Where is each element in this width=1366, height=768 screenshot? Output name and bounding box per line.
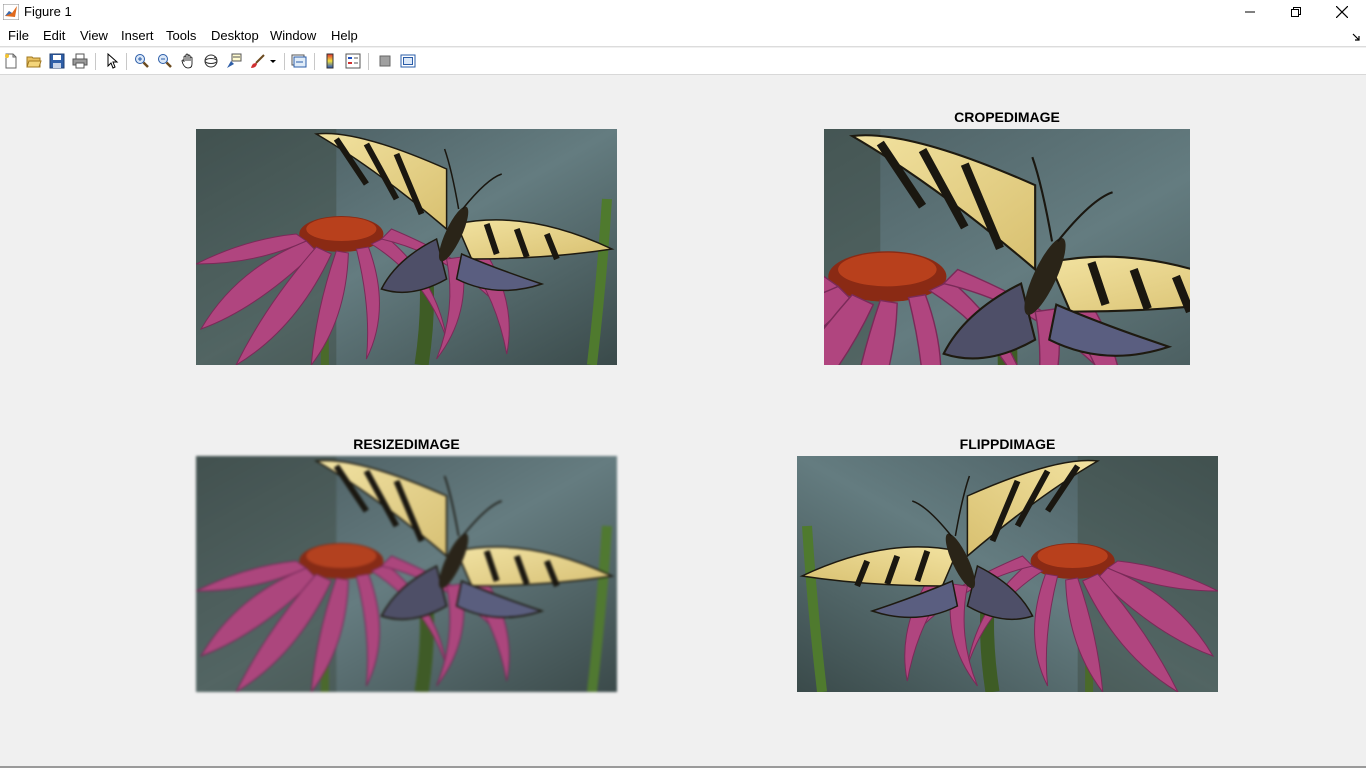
menu-bar: File Edit View Insert Tools Desktop Wind… [0, 24, 1366, 47]
rotate-3d-icon[interactable] [202, 52, 220, 70]
insert-colorbar-icon[interactable] [321, 52, 339, 70]
axes-title-cropped: CROPEDIMAGE [954, 109, 1060, 125]
link-plot-icon[interactable] [290, 52, 308, 70]
brush-icon[interactable] [249, 52, 267, 70]
axes-title-resized: RESIZEDIMAGE [353, 436, 460, 452]
hide-plot-tools-icon[interactable] [376, 52, 394, 70]
original-image[interactable] [196, 129, 617, 365]
print-icon[interactable] [71, 52, 89, 70]
menu-window[interactable]: Window [270, 28, 316, 43]
toolbar-separator [95, 53, 96, 70]
edit-plot-arrow-icon[interactable] [103, 52, 121, 70]
save-icon[interactable] [48, 52, 66, 70]
pan-hand-icon[interactable] [179, 52, 197, 70]
figure-toolbar [0, 48, 1366, 75]
menu-tools[interactable]: Tools [166, 28, 196, 43]
menu-desktop[interactable]: Desktop [211, 28, 259, 43]
show-plot-tools-icon[interactable] [399, 52, 417, 70]
butterfly-image [196, 129, 617, 365]
restore-button[interactable] [1273, 0, 1319, 24]
zoom-out-icon[interactable] [156, 52, 174, 70]
zoom-in-icon[interactable] [133, 52, 151, 70]
toolbar-separator [314, 53, 315, 70]
butterfly-image-resized [196, 456, 617, 692]
toolbar-separator [368, 53, 369, 70]
restore-icon [1291, 7, 1301, 17]
butterfly-image-cropped [824, 129, 1190, 365]
butterfly-image-flipped [797, 456, 1218, 692]
menu-help[interactable]: Help [331, 28, 358, 43]
minimize-button[interactable] [1227, 0, 1273, 24]
close-button[interactable] [1319, 0, 1365, 24]
cropped-image[interactable] [824, 129, 1190, 365]
menu-file[interactable]: File [8, 28, 29, 43]
matlab-icon [2, 3, 20, 21]
menu-view[interactable]: View [80, 28, 108, 43]
insert-legend-icon[interactable] [344, 52, 362, 70]
menu-insert[interactable]: Insert [121, 28, 154, 43]
new-figure-icon[interactable] [2, 52, 20, 70]
brush-dropdown-icon[interactable] [268, 52, 278, 70]
axes-title-flipped: FLIPPDIMAGE [959, 436, 1056, 452]
flipped-image[interactable] [797, 456, 1218, 692]
menu-edit[interactable]: Edit [43, 28, 65, 43]
data-cursor-icon[interactable] [225, 52, 243, 70]
title-bar: Figure 1 [0, 0, 1366, 24]
toolbar-separator [284, 53, 285, 70]
open-file-icon[interactable] [25, 52, 43, 70]
close-icon [1336, 6, 1348, 18]
window-title: Figure 1 [24, 4, 72, 19]
minimize-icon [1245, 11, 1255, 13]
dock-arrow-icon[interactable] [1352, 30, 1362, 41]
toolbar-separator [126, 53, 127, 70]
resized-image[interactable] [196, 456, 617, 692]
